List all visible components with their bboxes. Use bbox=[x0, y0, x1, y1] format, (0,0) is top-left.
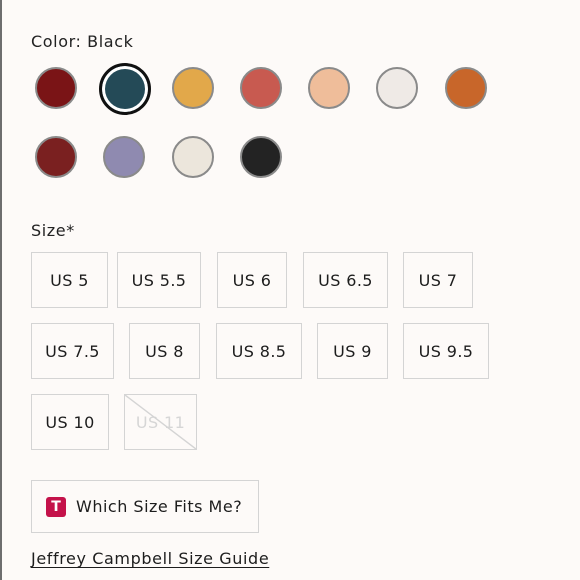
which-size-fits-me-button[interactable]: T Which Size Fits Me? bbox=[31, 480, 259, 533]
size-button-us-8-5[interactable]: US 8.5 bbox=[216, 323, 302, 379]
swatch-white[interactable] bbox=[376, 67, 418, 109]
size-button-us-10[interactable]: US 10 bbox=[31, 394, 109, 450]
size-button-us-7[interactable]: US 7 bbox=[403, 252, 473, 308]
size-label-text: US 8 bbox=[145, 341, 184, 361]
size-button-us-8[interactable]: US 8 bbox=[129, 323, 200, 379]
swatch-black[interactable] bbox=[240, 136, 282, 178]
swatch-cream[interactable] bbox=[172, 136, 214, 178]
size-label-text: US 6 bbox=[232, 270, 272, 290]
swatch-mustard[interactable] bbox=[172, 67, 214, 109]
size-button-us-6[interactable]: US 6 bbox=[217, 252, 287, 308]
size-button-us-6-5[interactable]: US 6.5 bbox=[303, 252, 388, 308]
size-label-text: US 5 bbox=[50, 270, 89, 290]
swatch-dark-red[interactable] bbox=[35, 67, 77, 109]
size-label-text: US 7 bbox=[418, 270, 458, 290]
swatch-red-buckle[interactable] bbox=[35, 136, 77, 178]
color-label: Color: Black bbox=[31, 32, 134, 51]
swatch-lavender[interactable] bbox=[103, 136, 145, 178]
swatch-coral-red[interactable] bbox=[240, 67, 282, 109]
size-button-us-9-5[interactable]: US 9.5 bbox=[403, 323, 489, 379]
swatch-teal-black[interactable] bbox=[99, 63, 151, 115]
swatch-rust[interactable] bbox=[445, 67, 487, 109]
size-label-text: US 7.5 bbox=[45, 341, 100, 361]
fit-button-label: Which Size Fits Me? bbox=[76, 497, 243, 516]
size-button-us-11[interactable]: US 11 bbox=[124, 394, 197, 450]
swatch-peach[interactable] bbox=[308, 67, 350, 109]
size-button-us-9[interactable]: US 9 bbox=[317, 323, 388, 379]
size-button-us-5[interactable]: US 5 bbox=[31, 252, 108, 308]
size-guide-link[interactable]: Jeffrey Campbell Size Guide bbox=[31, 549, 269, 568]
truefit-logo-icon: T bbox=[46, 496, 66, 517]
size-label-text: US 9 bbox=[333, 341, 372, 361]
size-button-us-5-5[interactable]: US 5.5 bbox=[117, 252, 201, 308]
size-label-text: US 8.5 bbox=[231, 341, 287, 361]
size-label-text: US 9.5 bbox=[418, 341, 474, 361]
left-border bbox=[0, 0, 2, 580]
size-label-text: US 6.5 bbox=[318, 270, 373, 290]
size-label: Size* bbox=[31, 221, 75, 240]
size-label-text: US 10 bbox=[45, 412, 95, 432]
size-label-text: US 5.5 bbox=[131, 270, 187, 290]
unavailable-slash-icon bbox=[125, 395, 196, 449]
size-button-us-7-5[interactable]: US 7.5 bbox=[31, 323, 114, 379]
